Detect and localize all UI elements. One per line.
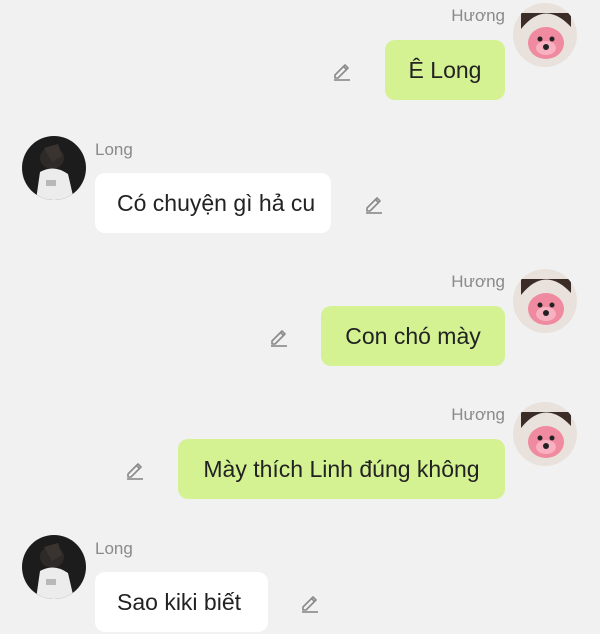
edit-icon[interactable] [330,58,354,82]
edit-icon[interactable] [123,457,147,481]
avatar-huong[interactable] [513,3,577,67]
sender-name: Hương [451,6,505,25]
message-bubble[interactable]: Sao kiki biết [95,572,268,632]
edit-icon[interactable] [298,590,322,614]
sender-name: Hương [451,272,505,291]
avatar-long[interactable] [22,535,86,599]
avatar-huong[interactable] [513,402,577,466]
message-bubble[interactable]: Ê Long [385,40,505,100]
message-bubble[interactable]: Con chó mày [321,306,505,366]
sender-name: Long [95,140,133,159]
edit-icon[interactable] [267,324,291,348]
sender-name: Long [95,539,133,558]
avatar-huong[interactable] [513,269,577,333]
message-bubble[interactable]: Có chuyện gì hả cu [95,173,331,233]
message-bubble[interactable]: Mày thích Linh đúng không [178,439,505,499]
avatar-long[interactable] [22,136,86,200]
sender-name: Hương [451,405,505,424]
edit-icon[interactable] [362,191,386,215]
